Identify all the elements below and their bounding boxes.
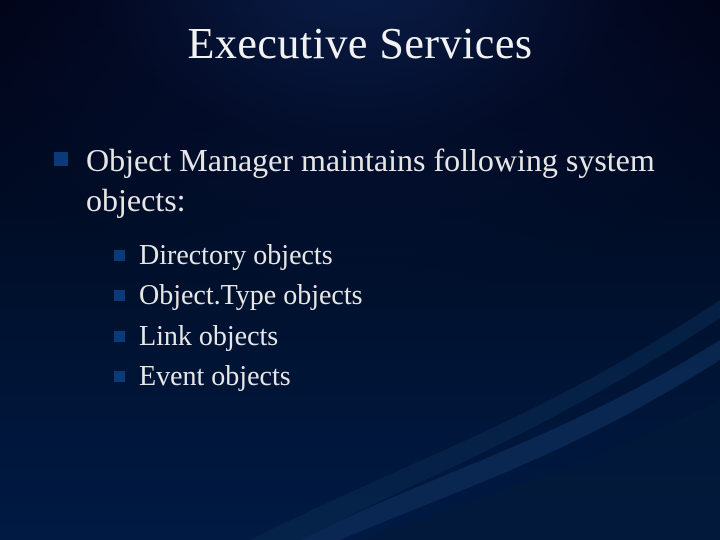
sub-point-text: Object.Type objects — [139, 278, 363, 314]
bullet-level2: Event objects — [114, 359, 680, 395]
square-bullet-icon — [114, 331, 125, 342]
square-bullet-icon — [54, 152, 68, 166]
bullet-level2: Object.Type objects — [114, 278, 680, 314]
bullet-level2: Link objects — [114, 319, 680, 355]
sub-point-text: Directory objects — [139, 238, 333, 274]
sub-list: Directory objects Object.Type objects Li… — [114, 238, 680, 396]
slide-title: Executive Services — [0, 18, 720, 69]
slide: Executive Services Object Manager mainta… — [0, 0, 720, 540]
sub-point-text: Link objects — [139, 319, 278, 355]
main-point-text: Object Manager maintains following syste… — [86, 140, 680, 220]
sub-point-text: Event objects — [139, 359, 291, 395]
square-bullet-icon — [114, 250, 125, 261]
square-bullet-icon — [114, 290, 125, 301]
slide-body: Object Manager maintains following syste… — [54, 140, 680, 400]
bullet-level2: Directory objects — [114, 238, 680, 274]
square-bullet-icon — [114, 371, 125, 382]
bullet-level1: Object Manager maintains following syste… — [54, 140, 680, 220]
